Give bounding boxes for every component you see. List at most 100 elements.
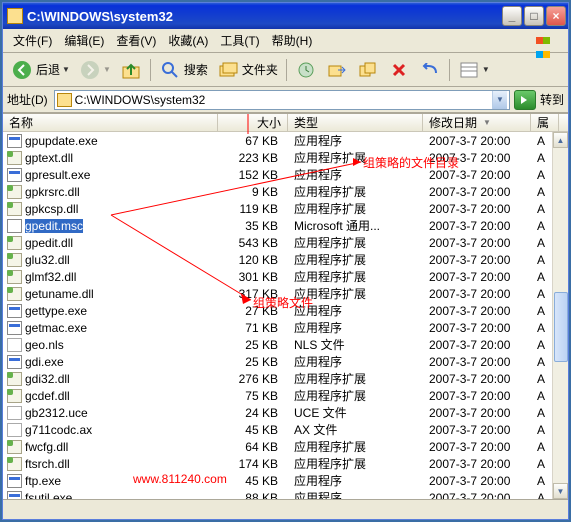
file-name: glu32.dll xyxy=(25,253,70,267)
delete-button[interactable] xyxy=(384,57,414,83)
file-date: 2007-3-7 20:00 xyxy=(423,287,531,301)
separator xyxy=(449,59,450,81)
views-button[interactable]: ▼ xyxy=(454,57,494,83)
col-attr[interactable]: 属 xyxy=(531,114,559,131)
file-name: getmac.exe xyxy=(25,321,87,335)
table-row[interactable]: ftp.exe45 KB应用程序2007-3-7 20:00A xyxy=(3,472,568,489)
table-row[interactable]: gb2312.uce24 KBUCE 文件2007-3-7 20:00A xyxy=(3,404,568,421)
file-name: gcdef.dll xyxy=(25,389,70,403)
dll-file-icon xyxy=(7,372,22,386)
close-button[interactable]: × xyxy=(546,6,566,26)
address-input[interactable]: C:\WINDOWS\system32 ▼ xyxy=(54,90,510,110)
go-button[interactable] xyxy=(514,90,536,110)
table-row[interactable]: gpkrsrc.dll9 KB应用程序扩展2007-3-7 20:00A xyxy=(3,183,568,200)
file-type: AX 文件 xyxy=(288,421,423,438)
addressbar: 地址(D) C:\WINDOWS\system32 ▼ 转到 xyxy=(3,87,568,113)
file-date: 2007-3-7 20:00 xyxy=(423,406,531,420)
table-row[interactable]: getmac.exe71 KB应用程序2007-3-7 20:00A xyxy=(3,319,568,336)
table-row[interactable]: gptext.dll223 KB应用程序扩展2007-3-7 20:00A xyxy=(3,149,568,166)
menu-edit[interactable]: 编辑(E) xyxy=(58,30,110,51)
table-row[interactable]: getuname.dll317 KB应用程序扩展2007-3-7 20:00A xyxy=(3,285,568,302)
table-row[interactable]: glu32.dll120 KB应用程序扩展2007-3-7 20:00A xyxy=(3,251,568,268)
table-row[interactable]: gettype.exe27 KB应用程序2007-3-7 20:00A xyxy=(3,302,568,319)
scroll-up-button[interactable]: ▲ xyxy=(553,132,568,148)
sort-desc-icon: ▼ xyxy=(483,118,491,127)
col-size[interactable]: 大小 xyxy=(218,114,288,131)
file-type: NLS 文件 xyxy=(288,336,423,353)
views-icon xyxy=(458,59,480,81)
table-row[interactable]: g711codc.ax45 KBAX 文件2007-3-7 20:00A xyxy=(3,421,568,438)
dll-file-icon xyxy=(7,270,22,284)
table-row[interactable]: gpedit.msc35 KBMicrosoft 通用...2007-3-7 2… xyxy=(3,217,568,234)
table-row[interactable]: gpkcsp.dll119 KB应用程序扩展2007-3-7 20:00A xyxy=(3,200,568,217)
menu-help[interactable]: 帮助(H) xyxy=(266,30,319,51)
chevron-down-icon: ▼ xyxy=(103,65,111,74)
file-date: 2007-3-7 20:00 xyxy=(423,491,531,500)
file-size: 64 KB xyxy=(218,440,288,454)
file-list: 名称 大小 类型 修改日期▼ 属 gpupdate.exe67 KB应用程序20… xyxy=(3,113,568,499)
col-type[interactable]: 类型 xyxy=(288,114,423,131)
copy-to-button[interactable] xyxy=(353,57,383,83)
history-button[interactable] xyxy=(291,57,321,83)
file-size: 27 KB xyxy=(218,304,288,318)
table-row[interactable]: ftsrch.dll174 KB应用程序扩展2007-3-7 20:00A xyxy=(3,455,568,472)
menu-tools[interactable]: 工具(T) xyxy=(214,30,265,51)
file-type: 应用程序扩展 xyxy=(288,285,423,302)
dll-file-icon xyxy=(7,202,22,216)
move-to-icon xyxy=(326,59,348,81)
table-row[interactable]: gpedit.dll543 KB应用程序扩展2007-3-7 20:00A xyxy=(3,234,568,251)
back-label: 后退 xyxy=(36,61,60,78)
col-date[interactable]: 修改日期▼ xyxy=(423,114,531,131)
table-row[interactable]: gdi32.dll276 KB应用程序扩展2007-3-7 20:00A xyxy=(3,370,568,387)
file-name: gpupdate.exe xyxy=(25,134,98,148)
folders-button[interactable]: 文件夹 xyxy=(213,57,282,83)
separator xyxy=(150,59,151,81)
address-path: C:\WINDOWS\system32 xyxy=(75,93,492,107)
move-to-button[interactable] xyxy=(322,57,352,83)
exe-file-icon xyxy=(7,321,22,335)
file-type: 应用程序 xyxy=(288,132,423,149)
file-date: 2007-3-7 20:00 xyxy=(423,457,531,471)
table-row[interactable]: gpresult.exe152 KB应用程序2007-3-7 20:00A xyxy=(3,166,568,183)
file-type: 应用程序扩展 xyxy=(288,438,423,455)
file-name: ftsrch.dll xyxy=(25,457,70,471)
file-size: 223 KB xyxy=(218,151,288,165)
menu-view[interactable]: 查看(V) xyxy=(110,30,162,51)
dll-file-icon xyxy=(7,287,22,301)
table-row[interactable]: fwcfg.dll64 KB应用程序扩展2007-3-7 20:00A xyxy=(3,438,568,455)
table-row[interactable]: geo.nls25 KBNLS 文件2007-3-7 20:00A xyxy=(3,336,568,353)
file-type: 应用程序 xyxy=(288,353,423,370)
vertical-scrollbar[interactable]: ▲ ▼ xyxy=(552,132,568,499)
search-label: 搜索 xyxy=(184,61,208,78)
table-row[interactable]: gpupdate.exe67 KB应用程序2007-3-7 20:00A xyxy=(3,132,568,149)
minimize-button[interactable]: _ xyxy=(502,6,522,26)
table-row[interactable]: gcdef.dll75 KB应用程序扩展2007-3-7 20:00A xyxy=(3,387,568,404)
search-button[interactable]: 搜索 xyxy=(155,57,212,83)
menu-favorites[interactable]: 收藏(A) xyxy=(162,30,214,51)
file-name: gpresult.exe xyxy=(25,168,90,182)
titlebar[interactable]: C:\WINDOWS\system32 _ □ × xyxy=(3,3,568,29)
file-size: 152 KB xyxy=(218,168,288,182)
maximize-button[interactable]: □ xyxy=(524,6,544,26)
back-button[interactable]: 后退 ▼ xyxy=(7,57,74,83)
file-date: 2007-3-7 20:00 xyxy=(423,338,531,352)
table-row[interactable]: glmf32.dll301 KB应用程序扩展2007-3-7 20:00A xyxy=(3,268,568,285)
undo-button[interactable] xyxy=(415,57,445,83)
table-row[interactable]: fsutil.exe88 KB应用程序2007-3-7 20:00A xyxy=(3,489,568,499)
exe-file-icon xyxy=(7,474,22,488)
file-date: 2007-3-7 20:00 xyxy=(423,321,531,335)
scroll-down-button[interactable]: ▼ xyxy=(553,483,568,499)
menu-file[interactable]: 文件(F) xyxy=(7,30,58,51)
scroll-thumb[interactable] xyxy=(554,292,568,362)
file-name: gpedit.msc xyxy=(25,219,83,233)
file-type: 应用程序 xyxy=(288,319,423,336)
file-size: 174 KB xyxy=(218,457,288,471)
up-button[interactable] xyxy=(116,57,146,83)
table-row[interactable]: gdi.exe25 KB应用程序2007-3-7 20:00A xyxy=(3,353,568,370)
msc-file-icon xyxy=(7,219,22,233)
file-type: 应用程序扩展 xyxy=(288,149,423,166)
chevron-down-icon[interactable]: ▼ xyxy=(492,91,507,109)
file-size: 119 KB xyxy=(218,202,288,216)
col-name[interactable]: 名称 xyxy=(3,114,218,131)
file-size: 45 KB xyxy=(218,423,288,437)
